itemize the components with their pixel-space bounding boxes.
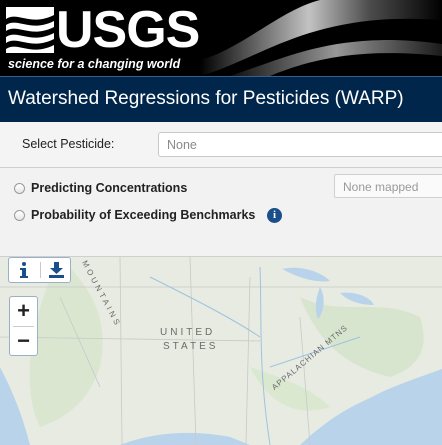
map-label-states: STATES xyxy=(163,341,219,352)
app-title: Watershed Regressions for Pesticides (WA… xyxy=(8,88,404,109)
app-title-bar: Watershed Regressions for Pesticides (WA… xyxy=(0,76,442,122)
mapped-status-text: None mapped xyxy=(343,180,419,194)
radio-button[interactable] xyxy=(14,210,25,221)
usgs-logo-icon xyxy=(6,7,54,53)
usgs-logo-text: USGS xyxy=(56,1,200,59)
select-pesticide-label: Select Pesticide: xyxy=(22,137,115,151)
map-download-button[interactable] xyxy=(41,258,72,282)
usgs-tagline: science for a changing world xyxy=(8,57,181,71)
pesticide-select[interactable]: None xyxy=(158,132,442,157)
zoom-control: + − xyxy=(9,296,38,356)
download-icon xyxy=(49,262,64,278)
control-panel: Select Pesticide: None Predicting Concen… xyxy=(0,122,442,257)
zoom-in-button[interactable]: + xyxy=(10,297,37,326)
map-toolbar xyxy=(8,257,71,283)
radio-label: Predicting Concentrations xyxy=(31,181,188,195)
pesticide-select-row: Select Pesticide: None xyxy=(0,122,442,168)
map-info-button[interactable] xyxy=(9,258,40,282)
mapped-status-field: None mapped xyxy=(334,174,442,198)
basemap xyxy=(0,257,442,445)
info-icon[interactable]: i xyxy=(267,208,282,223)
pesticide-select-value: None xyxy=(167,138,197,152)
radio-button[interactable] xyxy=(14,183,25,194)
info-icon xyxy=(20,262,28,278)
map-view[interactable]: MOUNTAINS UNITED STATES APPALACHIAN MTNS xyxy=(0,257,442,445)
map-label-united: UNITED xyxy=(160,327,216,338)
banner-swoosh-graphic xyxy=(200,0,442,76)
usgs-banner: USGS science for a changing world xyxy=(0,0,442,76)
radio-label: Probability of Exceeding Benchmarks xyxy=(31,208,256,222)
zoom-out-button[interactable]: − xyxy=(10,327,37,356)
